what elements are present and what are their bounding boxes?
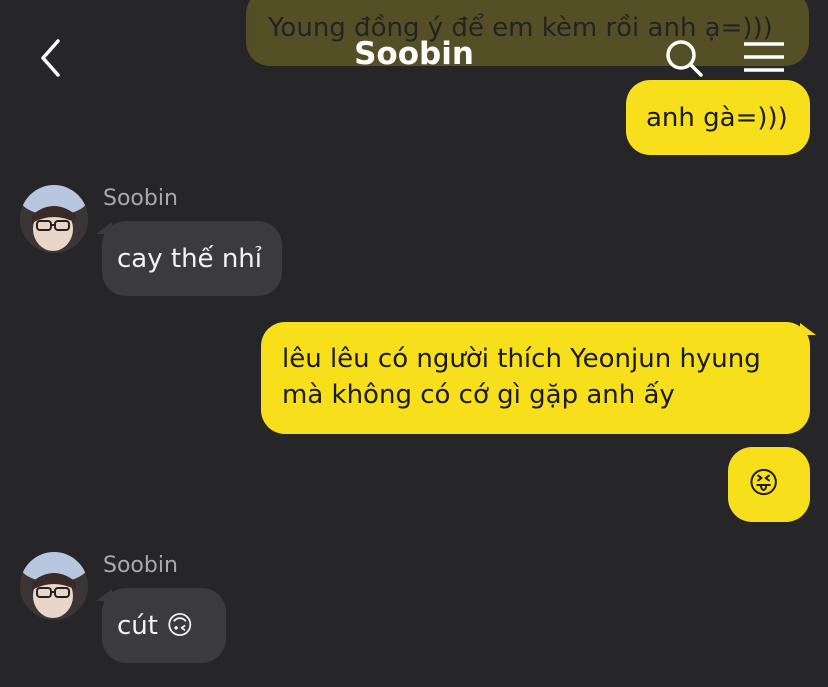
avatar[interactable] <box>20 185 88 253</box>
message-text-line: mà không có cớ gì gặp anh ấy <box>282 380 675 410</box>
message-text: cay thế nhỉ <box>117 244 262 274</box>
message-bubble-sent[interactable]: lêu lêu có người thích Yeonjun hyung mà … <box>261 322 810 434</box>
message-bubble-sent[interactable]: anh gà=))) <box>626 80 810 155</box>
sender-name: Soobin <box>103 553 178 578</box>
menu-icon[interactable] <box>744 42 784 74</box>
tongue-out-emoji-icon: 😝 <box>748 466 780 501</box>
message-text: cút 🙃 <box>117 611 194 641</box>
avatar[interactable] <box>20 552 88 620</box>
message-text: anh gà=))) <box>646 103 788 133</box>
sender-name: Soobin <box>103 186 178 211</box>
search-icon[interactable] <box>664 38 704 78</box>
message-bubble-received[interactable]: cay thế nhỉ <box>102 221 282 296</box>
message-bubble-received[interactable]: cút 🙃 <box>102 588 226 663</box>
message-bubble-sent[interactable]: 😝 <box>728 447 810 522</box>
message-text-line: lêu lêu có người thích Yeonjun hyung <box>282 344 761 374</box>
